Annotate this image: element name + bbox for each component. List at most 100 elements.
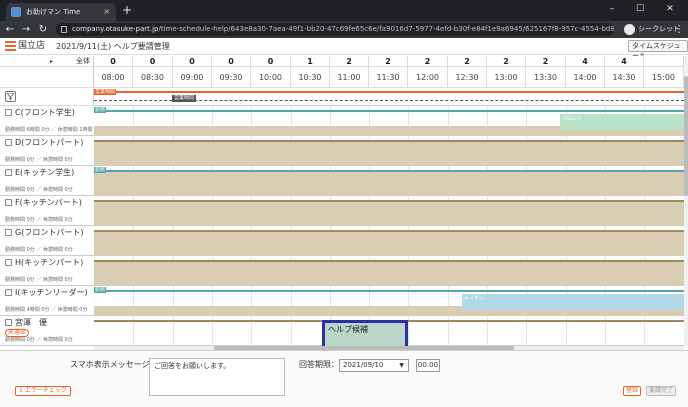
column-time: 14:00: [566, 67, 605, 88]
column-time: 08:00: [94, 67, 133, 88]
column-time: 10:30: [291, 67, 330, 88]
employee-column: ▸ 全体 C(フロント学生) 勤務時間 6時間 0分 ／ 休憩時間 1時間 0分 D…: [0, 56, 102, 346]
shift-line: [94, 200, 684, 202]
employee-row-label: D(フロントパート) 勤務時間 0分 ／ 休憩時間 0分: [0, 136, 94, 166]
business-hours-row: 営業時間 営業時間: [94, 88, 684, 106]
employee-name: 宮澤 優: [15, 318, 47, 327]
column-count: 2: [487, 56, 526, 67]
address-bar[interactable]: company.otasuke-part.jp/time-schedule-he…: [56, 23, 614, 36]
unavailable-band: [94, 172, 684, 196]
column-count: 0: [133, 56, 173, 67]
column-count: 2: [408, 56, 448, 67]
hamburger-menu-icon[interactable]: [5, 41, 16, 51]
unavailable-band: [94, 232, 684, 256]
unavailable-band: [94, 142, 684, 166]
browser-menu-button[interactable]: ⋮: [674, 21, 684, 38]
column-time: 14:30: [605, 67, 644, 88]
person-icon: [5, 289, 12, 296]
schedule-row[interactable]: [94, 196, 684, 226]
column-time: 15:00: [644, 67, 684, 88]
deadline-date-select[interactable]: 2021/09/10 ▼: [339, 359, 409, 372]
employee-row-label: C(フロント学生) 勤務時間 6時間 0分 ／ 休憩時間 1時間 0分: [0, 106, 102, 136]
deadline-date-value: 2021/09/10: [343, 361, 384, 369]
expand-arrow-icon[interactable]: ▸: [50, 56, 53, 67]
message-textarea[interactable]: ご回答をお願いします。: [149, 358, 285, 396]
shift-line: [94, 230, 684, 232]
employee-row-label: H(キッチンパート) 勤務時間 0分 ／ 休憩時間 0分: [0, 256, 94, 286]
incognito-icon: [624, 24, 635, 35]
column-time: 09:30: [212, 67, 251, 88]
column-time: 13:00: [487, 67, 526, 88]
app-header: 国立店 2021/9/11(土) ヘルプ要請管理 タイムスケジュール: [0, 38, 688, 60]
business-hours-label: 営業時間: [94, 89, 117, 95]
maximize-button[interactable]: ☐: [630, 2, 650, 16]
person-icon: [5, 259, 12, 266]
browser-toolbar: ← → ↻ company.otasuke-part.jp/time-sched…: [0, 21, 688, 38]
tab-close-icon[interactable]: ×: [103, 3, 110, 21]
shift-line: [94, 290, 684, 292]
incognito-indicator[interactable]: シークレット: [624, 23, 680, 36]
employee-name: H(キッチンパート): [15, 258, 84, 267]
unavailable-band: [94, 202, 684, 226]
browser-titlebar: お助けマン Time × + – ☐ ✕: [0, 0, 688, 21]
schedule-row[interactable]: [94, 136, 684, 166]
request-done-button[interactable]: 要請完了: [646, 386, 677, 396]
employee-hours: 勤務時間 0分 ／ 休憩時間 0分: [5, 157, 73, 163]
column-count: 2: [330, 56, 369, 67]
new-tab-button[interactable]: +: [122, 3, 132, 18]
schedule-grid: 0 08:00 0 08:30 0 09:00 0 09:30 0 10:00 1 10:30 2 11:…: [94, 56, 684, 346]
column-count: 2: [369, 56, 408, 67]
error-count: 1: [19, 387, 23, 394]
person-icon: [5, 229, 12, 236]
browser-tab[interactable]: お助けマン Time ×: [6, 3, 116, 21]
url-path: /time-schedule-help/643e8a30-7aea-49f1-b…: [158, 25, 615, 33]
shift-label: 勤務: [94, 167, 107, 173]
employee-hours: 勤務時間 0分 ／ 休憩時間 0分: [5, 247, 73, 253]
schedule-row[interactable]: 勤務 キッチン: [94, 286, 684, 316]
person-icon: [5, 139, 12, 146]
register-button[interactable]: 登録: [623, 386, 642, 396]
schedule-row[interactable]: 勤務フロント: [94, 106, 684, 136]
vertical-scrollbar[interactable]: [684, 56, 688, 346]
employee-name: E(キッチン学生): [15, 168, 75, 177]
employee-hours: 勤務時間 4時間 0分 ／ 休憩時間 0分: [5, 307, 88, 313]
page-title: 2021/9/11(土) ヘルプ要請管理: [56, 42, 170, 51]
column-count: 4: [566, 56, 605, 67]
dropdown-caret-icon: ▼: [399, 362, 404, 369]
forward-button[interactable]: →: [19, 21, 33, 38]
column-time: 11:30: [369, 67, 408, 88]
column-count: [644, 56, 684, 67]
minimize-button[interactable]: –: [602, 2, 622, 16]
shift-line: [94, 260, 684, 262]
schedule-row[interactable]: 勤務: [94, 166, 684, 196]
close-window-button[interactable]: ✕: [660, 2, 680, 16]
timeschedule-button[interactable]: タイムスケジュール: [628, 40, 688, 60]
lock-icon: [61, 26, 67, 33]
person-icon: [5, 199, 12, 206]
back-button[interactable]: ←: [3, 21, 17, 38]
person-icon: [5, 319, 12, 326]
filter-icon[interactable]: [5, 91, 16, 102]
shift-block[interactable]: フロント: [560, 114, 684, 130]
employee-hours: 勤務時間 0分 ／ 休憩時間 0分: [5, 217, 73, 223]
column-time: 11:00: [330, 67, 369, 88]
shift-line: [94, 110, 684, 112]
shift-block[interactable]: キッチン: [462, 294, 684, 310]
error-check-button[interactable]: 1 エラーチェック: [15, 386, 71, 396]
schedule-row[interactable]: [94, 226, 684, 256]
deadline-time-input[interactable]: 00:00: [416, 359, 440, 372]
shift-label: 勤務: [94, 107, 107, 113]
footer-panel: スマホ表示メッセージ： ご回答をお願いします。 回答期限： 2021/09/10…: [0, 350, 688, 407]
employee-row-label: E(キッチン学生) 勤務時間 0分 ／ 休憩時間 0分: [0, 166, 94, 196]
column-time: 09:00: [173, 67, 212, 88]
count-row-header: ▸ 全体: [0, 56, 94, 67]
schedule-row[interactable]: [94, 256, 684, 286]
column-count: 0: [173, 56, 212, 67]
employee-row-label: 宮澤 優勤務時間 0分 ／ 休憩時間 0分 未選出: [0, 316, 94, 346]
url-host: company.otasuke-part.jp: [72, 25, 159, 33]
column-count: 2: [526, 56, 566, 67]
reload-button[interactable]: ↻: [36, 21, 50, 38]
column-time: 12:30: [448, 67, 487, 88]
business-hours-bar: [94, 91, 684, 93]
status-badge: 未選出: [5, 329, 30, 337]
